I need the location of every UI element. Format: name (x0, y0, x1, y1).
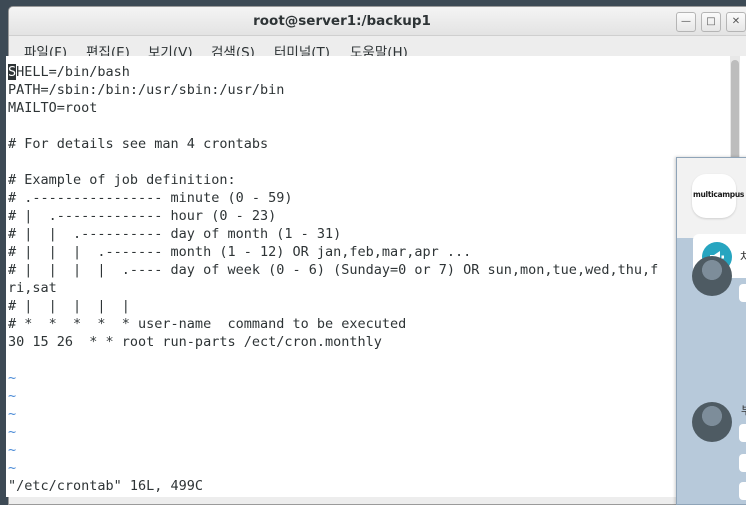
chat-header: multicampus (677, 158, 746, 238)
empty-line-tilde: ~ (8, 388, 17, 404)
empty-line-tilde: ~ (8, 424, 17, 440)
terminal-line: # For details see man 4 crontabs (8, 136, 269, 152)
terminal-line: MAILTO=root (8, 100, 98, 116)
terminal-line: ri,sat (8, 280, 57, 296)
message-bubble (739, 482, 746, 500)
terminal-output[interactable]: SHELL=/bin/bash PATH=/sbin:/bin:/usr/sbi… (6, 56, 746, 497)
message-bubble (739, 424, 746, 442)
empty-line-tilde: ~ (8, 406, 17, 422)
terminal-line: # * * * * * user-name command to be exec… (8, 316, 407, 332)
window-title: root@server1:/backup1 (253, 13, 431, 29)
terminal-line: # | .------------- hour (0 - 23) (8, 208, 277, 224)
empty-line-tilde: ~ (8, 442, 17, 458)
terminal-line: 30 15 26 * * root run-parts /ect/cron.mo… (8, 334, 382, 350)
message-bubble (739, 454, 746, 472)
terminal-line-1: SHELL=/bin/bash (8, 64, 130, 80)
terminal-line: PATH=/sbin:/bin:/usr/sbin:/usr/bin (8, 82, 285, 98)
status-line: "/etc/crontab" 16L, 499C (8, 478, 204, 494)
avatar[interactable] (692, 402, 732, 442)
notice-text: 차 (740, 250, 746, 264)
close-button[interactable]: ✕ (726, 12, 746, 32)
message-bubble (739, 284, 746, 302)
minimize-button[interactable]: — (676, 12, 696, 32)
chat-panel: multicampus 차 부 (676, 157, 746, 505)
terminal-line: # | | | | | (8, 298, 130, 314)
terminal-line: # | | | | .---- day of week (0 - 6) (Sun… (8, 262, 659, 278)
text-cursor: S (8, 64, 17, 80)
empty-line-tilde: ~ (8, 370, 17, 386)
maximize-button[interactable]: □ (701, 12, 721, 32)
title-bar[interactable]: root@server1:/backup1 — □ ✕ (9, 7, 746, 36)
avatar[interactable] (692, 256, 732, 296)
terminal-line: # | | | .------- month (1 - 12) OR jan,f… (8, 244, 472, 260)
terminal-line: # .---------------- minute (0 - 59) (8, 190, 293, 206)
brand-logo: multicampus (692, 174, 744, 218)
terminal-line: # Example of job definition: (8, 172, 236, 188)
empty-line-tilde: ~ (8, 460, 17, 476)
terminal-line: # | | .---------- day of month (1 - 31) (8, 226, 342, 242)
sender-name: 부 (741, 402, 746, 418)
